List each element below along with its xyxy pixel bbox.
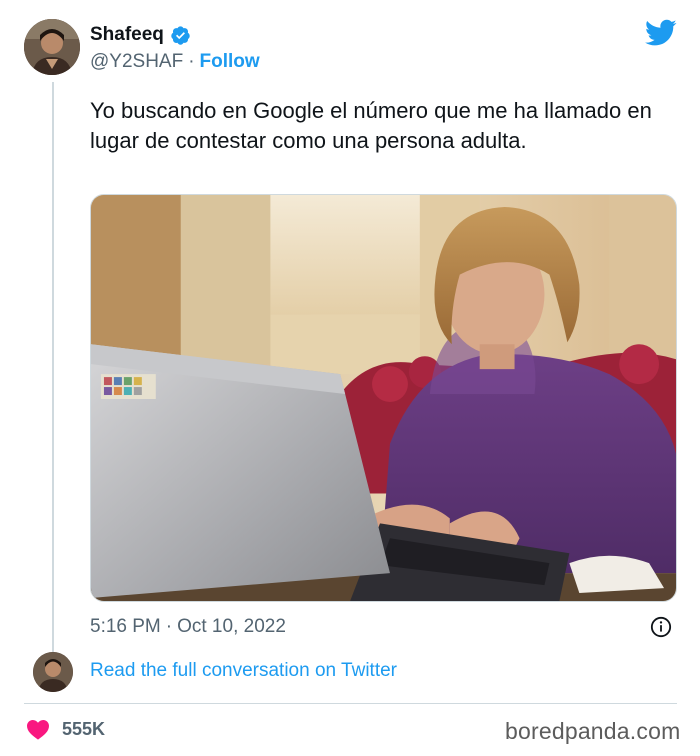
read-conversation-link[interactable]: Read the full conversation on Twitter (90, 660, 397, 682)
thread-line (52, 82, 54, 652)
handle-separator: · (188, 51, 195, 72)
tweet-text: Yo buscando en Google el número que me h… (90, 98, 652, 153)
like-count: 555K (62, 718, 106, 739)
twitter-bird-icon[interactable] (645, 19, 677, 47)
tweet-timestamp[interactable]: 5:16 PM · Oct 10, 2022 (90, 614, 286, 640)
author-handle[interactable]: @Y2SHAF (90, 51, 183, 73)
author-avatar[interactable] (24, 19, 80, 75)
site-watermark: boredpanda.com (505, 718, 681, 744)
conversation-avatar[interactable] (33, 652, 73, 692)
timestamp-separator: · (165, 616, 173, 637)
photo-laptop-woman (91, 195, 676, 601)
tweet-date[interactable]: Oct 10, 2022 (177, 616, 286, 638)
author-handle-row: @Y2SHAF · Follow (90, 50, 260, 74)
heart-icon[interactable] (26, 718, 50, 740)
like-action[interactable]: 555K (26, 716, 105, 742)
author-name-row: Shafeeq (90, 22, 191, 48)
verified-badge-icon (170, 25, 191, 46)
tweet-time[interactable]: 5:16 PM (90, 616, 161, 638)
tweet-embed-card: Shafeeq @Y2SHAF · Follow Yo buscando en … (0, 0, 700, 756)
footer-divider (24, 703, 677, 704)
author-display-name[interactable]: Shafeeq (90, 24, 164, 46)
follow-button[interactable]: Follow (200, 51, 260, 73)
tweet-media-photo[interactable] (90, 194, 677, 602)
info-icon[interactable] (650, 616, 672, 638)
